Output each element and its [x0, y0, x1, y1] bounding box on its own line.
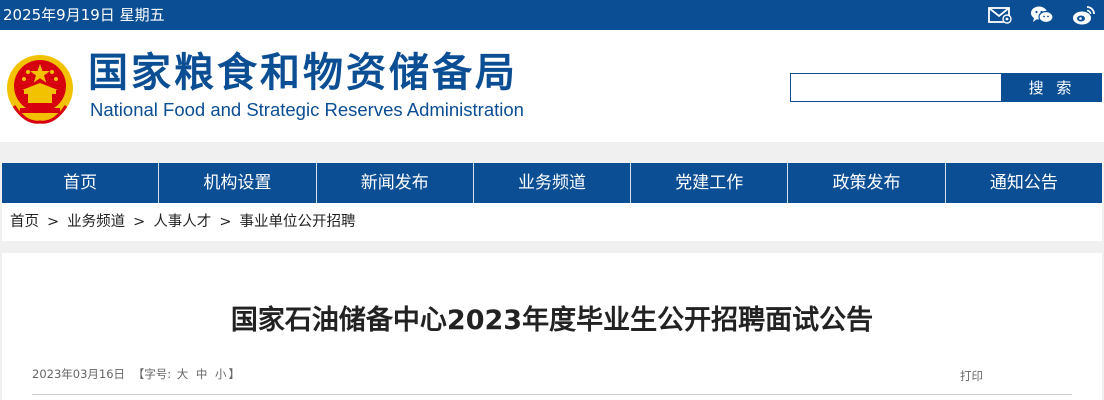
nav-item-organization[interactable]: 机构设置: [159, 163, 317, 203]
font-size-medium[interactable]: 中: [196, 367, 208, 381]
breadcrumb-item-recruitment[interactable]: 事业单位公开招聘: [239, 214, 355, 230]
nav-item-home[interactable]: 首页: [2, 163, 160, 203]
font-size-control: 【字号: 大 中 小】: [133, 367, 240, 381]
site-title-en[interactable]: National Food and Strategic Reserves Adm…: [90, 99, 524, 121]
nav-item-policy[interactable]: 政策发布: [788, 163, 946, 203]
font-size-large[interactable]: 大: [177, 367, 189, 381]
article-panel: 国家石油储备中心2023年度毕业生公开招聘面试公告 2023年03月16日 【字…: [2, 253, 1102, 400]
article-title: 国家石油储备中心2023年度毕业生公开招聘面试公告: [230, 305, 874, 336]
breadcrumb-separator: >: [133, 214, 146, 230]
breadcrumb-separator: >: [219, 214, 232, 230]
print-link[interactable]: 打印: [960, 368, 983, 384]
current-date: 2025年9月19日 星期五: [3, 6, 165, 24]
breadcrumb-item-home[interactable]: 首页: [10, 214, 39, 230]
breadcrumb-item-hr[interactable]: 人事人才: [153, 214, 211, 230]
breadcrumb: 首页 > 业务频道 > 人事人才 > 事业单位公开招聘: [2, 203, 1102, 241]
mail-icon[interactable]: [988, 4, 1012, 26]
top-bar: 2025年9月19日 星期五: [0, 0, 1104, 30]
nav-item-party[interactable]: 党建工作: [631, 163, 789, 203]
article-meta: 2023年03月16日 【字号: 大 中 小】: [32, 366, 240, 382]
wechat-icon[interactable]: [1030, 4, 1054, 26]
social-icons: [988, 4, 1096, 26]
publish-date: 2023年03月16日: [32, 367, 126, 381]
font-size-close: 】: [228, 367, 241, 381]
site-header: 国家粮食和物资储备局 National Food and Strategic R…: [0, 30, 1104, 142]
site-title-cn[interactable]: 国家粮食和物资储备局: [88, 48, 518, 98]
nav-item-news[interactable]: 新闻发布: [317, 163, 474, 203]
nav-item-notices[interactable]: 通知公告: [946, 163, 1102, 203]
search-button[interactable]: 搜 索: [1002, 73, 1102, 102]
national-emblem-icon: [4, 50, 76, 128]
weibo-icon[interactable]: [1072, 4, 1096, 26]
breadcrumb-separator: >: [47, 214, 60, 230]
divider: [32, 394, 1072, 395]
search-input[interactable]: [790, 73, 1002, 102]
font-size-small[interactable]: 小: [215, 367, 227, 381]
font-size-label: 【字号:: [132, 367, 172, 381]
breadcrumb-item-business[interactable]: 业务频道: [67, 214, 125, 230]
main-nav: 首页 机构设置 新闻发布 业务频道 党建工作 政策发布 通知公告: [2, 163, 1102, 203]
nav-item-business[interactable]: 业务频道: [474, 163, 632, 203]
